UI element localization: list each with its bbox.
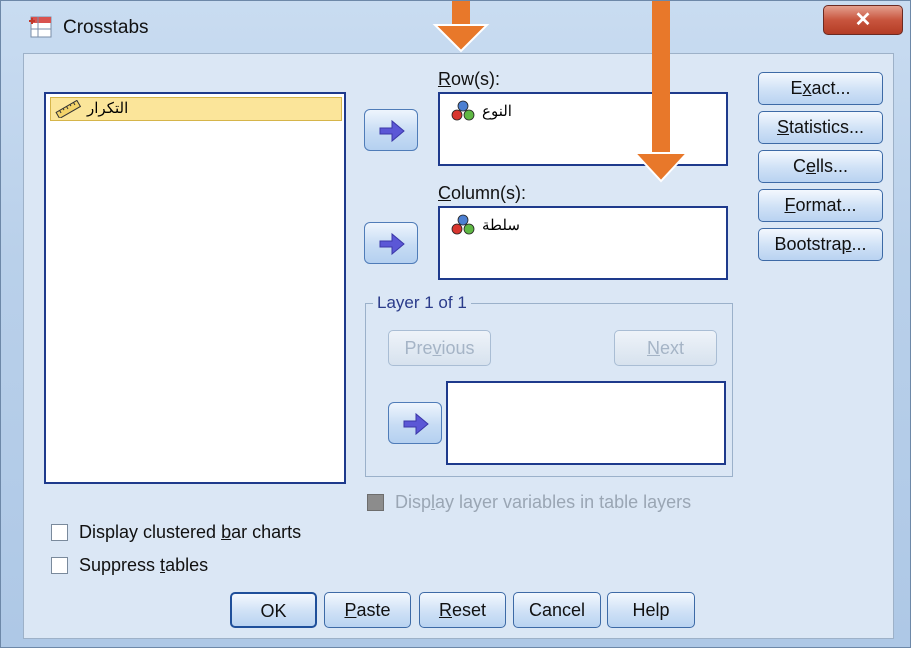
- crosstabs-app-icon: [29, 15, 53, 39]
- move-right-arrow-icon: [379, 119, 405, 143]
- scale-ruler-icon: [55, 99, 82, 120]
- suppress-tables-checkbox[interactable]: [51, 557, 68, 574]
- reset-button[interactable]: Reset: [419, 592, 506, 628]
- columns-list[interactable]: سلطة: [438, 206, 728, 280]
- move-to-columns-button[interactable]: [364, 222, 418, 264]
- variable-label: التكرار: [87, 100, 129, 117]
- layer-title: Layer 1 of 1: [373, 293, 471, 313]
- move-right-arrow-icon: [403, 412, 429, 436]
- columns-label: Column(s):: [438, 183, 527, 203]
- crosstabs-dialog: Crosstabs ✕ التكرار Row(s): النوع Column…: [0, 0, 911, 648]
- rows-label: Row(s):: [438, 69, 500, 89]
- nominal-variable-icon: [448, 214, 478, 236]
- statistics-button[interactable]: Statistics...: [758, 111, 883, 144]
- bootstrap-button[interactable]: Bootstrap...: [758, 228, 883, 261]
- ok-button[interactable]: OK: [230, 592, 317, 628]
- cells-button[interactable]: Cells...: [758, 150, 883, 183]
- display-layer-variables-label: Display layer variables in table layers: [395, 492, 692, 512]
- dialog-title: Crosstabs: [63, 17, 149, 38]
- source-variable-list[interactable]: التكرار: [44, 92, 346, 484]
- cancel-button[interactable]: Cancel: [513, 592, 601, 628]
- next-layer-button[interactable]: Next: [614, 330, 717, 366]
- move-to-rows-button[interactable]: [364, 109, 418, 151]
- format-button[interactable]: Format...: [758, 189, 883, 222]
- variable-item[interactable]: التكرار: [50, 97, 342, 121]
- clustered-bar-charts-checkbox[interactable]: [51, 524, 68, 541]
- layer-list[interactable]: [446, 381, 726, 465]
- display-layer-variables-checkbox: [367, 494, 384, 511]
- help-button[interactable]: Help: [607, 592, 695, 628]
- clustered-bar-charts-label: Display clustered bar charts: [79, 522, 302, 542]
- suppress-tables-label: Suppress tables: [79, 555, 209, 575]
- annotation-arrow-rows: [432, 1, 490, 53]
- move-right-arrow-icon: [379, 232, 405, 256]
- annotation-arrow-columns: [632, 1, 690, 183]
- paste-button[interactable]: Paste: [324, 592, 411, 628]
- exact-button[interactable]: Exact...: [758, 72, 883, 105]
- close-icon: ✕: [854, 9, 872, 31]
- move-to-layer-button[interactable]: [388, 402, 442, 444]
- close-button[interactable]: ✕: [823, 5, 903, 35]
- previous-layer-button[interactable]: Previous: [388, 330, 491, 366]
- columns-variable-label: سلطة: [482, 217, 520, 234]
- nominal-variable-icon: [448, 100, 478, 122]
- rows-variable-label: النوع: [482, 103, 512, 120]
